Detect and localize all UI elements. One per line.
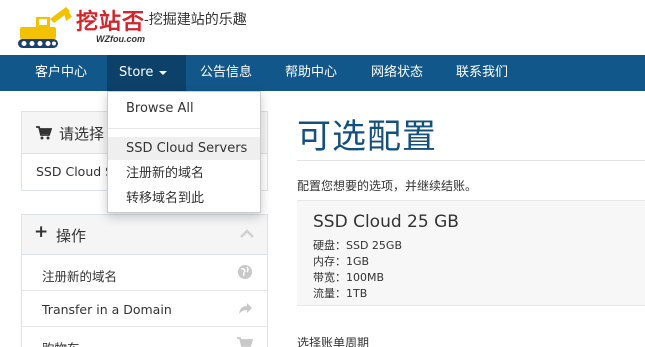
brand-domain: WZfou.com: [96, 34, 145, 44]
action-transfer-domain[interactable]: Transfer in a Domain: [22, 291, 267, 327]
spec-bandwidth: 带宽：100MB: [313, 271, 385, 284]
spec-memory: 内存：1GB: [313, 255, 370, 268]
dropdown-register-domain[interactable]: 注册新的域名: [108, 162, 260, 185]
brand-name[interactable]: 挖站否: [76, 4, 145, 36]
page-description: 配置您想要的选项，并继续结账。: [297, 179, 478, 193]
nav-store-label: Store: [119, 65, 154, 80]
spec-disk: 硬盘：SSD 25GB: [313, 239, 402, 252]
spec-traffic: 流量：1TB: [313, 287, 368, 300]
actions-panel-title: 操作: [56, 227, 87, 245]
action-transfer-domain-label: Transfer in a Domain: [42, 302, 172, 317]
nav-network-status[interactable]: 网络状态: [371, 55, 423, 91]
category-item-ssd-cloud[interactable]: SSD Cloud S: [36, 164, 113, 179]
globe-icon: [238, 265, 252, 279]
action-register-domain[interactable]: 注册新的域名: [22, 255, 267, 291]
share-arrow-icon: [239, 303, 252, 314]
product-info-box: SSD Cloud 25 GB 硬盘：SSD 25GB 内存：1GB 带宽：10…: [297, 200, 645, 306]
dropdown-transfer-domain[interactable]: 转移域名到此: [108, 187, 260, 210]
action-cart-label: 购物车: [42, 338, 80, 347]
store-dropdown-menu: Browse All SSD Cloud Servers 注册新的域名 转移域名…: [107, 91, 261, 213]
nav-announcements[interactable]: 公告信息: [200, 55, 252, 91]
nav-help-center[interactable]: 帮助中心: [285, 55, 337, 91]
chevron-up-icon[interactable]: [239, 229, 255, 239]
dropdown-browse-all[interactable]: Browse All: [108, 98, 260, 120]
dropdown-ssd-cloud-servers[interactable]: SSD Cloud Servers: [108, 137, 260, 160]
site-header: 挖站否 -挖掘建站的乐趣 WZfou.com: [0, 0, 645, 55]
nav-client-center[interactable]: 客户中心: [35, 55, 87, 91]
categories-panel-title: 请选择: [59, 125, 105, 143]
plus-icon: +: [34, 222, 49, 242]
title-divider: [297, 160, 645, 161]
brand-slogan: -挖掘建站的乐趣: [144, 12, 247, 28]
billing-cycle-label: 选择账单周期: [297, 336, 370, 347]
cart-icon: [36, 126, 52, 140]
cart-icon: [237, 337, 253, 347]
actions-panel: + 操作 注册新的域名 Transfer in a Domain 购物车: [21, 214, 268, 347]
action-cart[interactable]: 购物车: [22, 327, 267, 347]
caret-down-icon: [159, 70, 168, 75]
excavator-logo-icon[interactable]: [14, 3, 74, 49]
dropdown-divider: [108, 128, 260, 129]
product-name: SSD Cloud 25 GB: [313, 212, 459, 232]
nav-contact-us[interactable]: 联系我们: [456, 55, 508, 91]
page-title: 可选配置: [297, 117, 437, 157]
action-register-domain-label: 注册新的域名: [42, 269, 118, 284]
actions-panel-header[interactable]: + 操作: [22, 215, 267, 255]
nav-store[interactable]: Store: [107, 55, 186, 91]
main-navbar: 客户中心 Store 公告信息 帮助中心 网络状态 联系我们: [0, 55, 645, 91]
